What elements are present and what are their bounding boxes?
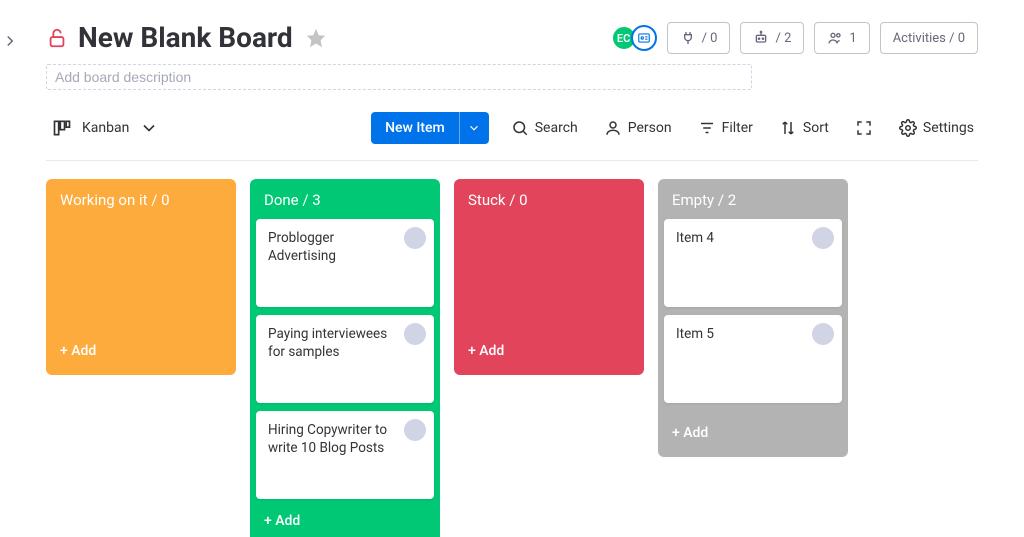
card-title: Paying interviewees for samples — [268, 325, 398, 361]
automations-count: / 2 — [775, 31, 791, 46]
card[interactable]: Item 4 — [664, 219, 842, 307]
card-title: Hiring Copywriter to write 10 Blog Posts — [268, 421, 398, 457]
gear-icon — [899, 119, 917, 137]
card[interactable]: Paying interviewees for samples — [256, 315, 434, 403]
card[interactable]: Item 5 — [664, 315, 842, 403]
settings-tool[interactable]: Settings — [895, 115, 978, 141]
kanban-board: Working on it / 0+ AddDone / 3Problogger… — [0, 161, 1024, 537]
chevron-down-icon — [139, 118, 159, 138]
person-label: Person — [628, 120, 672, 136]
expand-icon — [855, 119, 873, 137]
member-avatar-add — [631, 25, 657, 51]
new-item-dropdown[interactable] — [459, 112, 489, 144]
id-icon — [637, 31, 651, 45]
person-tool[interactable]: Person — [600, 115, 676, 141]
view-picker[interactable]: Kanban — [46, 114, 165, 142]
kanban-icon — [52, 118, 72, 138]
lane-header[interactable]: Done / 3 — [250, 179, 440, 219]
assignee-avatar[interactable] — [812, 323, 834, 345]
assignee-avatar[interactable] — [404, 419, 426, 441]
activities-pill[interactable]: Activities / 0 — [880, 22, 978, 54]
lane-header[interactable]: Working on it / 0 — [46, 179, 236, 219]
filter-tool[interactable]: Filter — [694, 115, 757, 141]
search-icon — [511, 119, 529, 137]
person-icon — [604, 119, 622, 137]
card[interactable]: Hiring Copywriter to write 10 Blog Posts — [256, 411, 434, 499]
card-title: Item 5 — [676, 325, 806, 343]
filter-icon — [698, 119, 716, 137]
board-description-input[interactable] — [46, 64, 752, 90]
board-title[interactable]: New Blank Board — [78, 24, 293, 52]
sort-tool[interactable]: Sort — [775, 115, 833, 141]
lane: Stuck / 0 + Add — [454, 179, 644, 375]
settings-label: Settings — [923, 120, 974, 136]
sort-label: Sort — [803, 120, 829, 136]
search-label: Search — [535, 120, 578, 136]
lane: Working on it / 0 + Add — [46, 179, 236, 375]
activities-label: Activities / 0 — [893, 31, 965, 46]
board-header: New Blank Board EC / 0 / 2 — [0, 0, 1024, 161]
new-item-button[interactable]: New Item — [371, 112, 489, 144]
add-card-button[interactable]: + Add — [454, 329, 644, 375]
lane: Empty / 2 Item 4 Item 5 + Add — [658, 179, 848, 457]
lane-cards: Problogger Advertising Paying interviewee… — [250, 219, 440, 499]
card-title: Problogger Advertising — [268, 229, 398, 265]
search-tool[interactable]: Search — [507, 115, 582, 141]
members-count: 1 — [849, 31, 856, 46]
page: New Blank Board EC / 0 / 2 — [0, 0, 1024, 537]
add-card-button[interactable]: + Add — [658, 411, 848, 457]
add-card-button[interactable]: + Add — [250, 499, 440, 537]
members-pill[interactable]: 1 — [814, 22, 869, 54]
lane-header[interactable]: Stuck / 0 — [454, 179, 644, 219]
add-card-button[interactable]: + Add — [46, 329, 236, 375]
card[interactable]: Problogger Advertising — [256, 219, 434, 307]
lane-header[interactable]: Empty / 2 — [658, 179, 848, 219]
star-icon[interactable] — [305, 27, 327, 49]
sidebar-expand-button[interactable] — [1, 32, 19, 50]
integrations-pill[interactable]: / 0 — [667, 22, 731, 54]
integrations-count: / 0 — [702, 31, 718, 46]
assignee-avatar[interactable] — [404, 227, 426, 249]
automations-pill[interactable]: / 2 — [740, 22, 804, 54]
card-title: Item 4 — [676, 229, 806, 247]
people-icon — [827, 30, 843, 46]
title-row: New Blank Board EC / 0 / 2 — [46, 22, 978, 54]
lock-open-icon — [46, 27, 68, 49]
lane-cards: Item 4 Item 5 — [658, 219, 848, 403]
plug-icon — [680, 30, 696, 46]
avatar-stack[interactable]: EC — [617, 25, 657, 51]
assignee-avatar[interactable] — [812, 227, 834, 249]
robot-icon — [753, 30, 769, 46]
view-label: Kanban — [82, 120, 129, 136]
fullscreen-tool[interactable] — [851, 115, 877, 141]
sort-icon — [779, 119, 797, 137]
new-item-label: New Item — [371, 112, 459, 144]
members-strip: EC / 0 / 2 1 Activit — [617, 22, 978, 54]
lane: Done / 3 Problogger Advertising Paying int… — [250, 179, 440, 537]
toolbar: Kanban New Item Search Person Filter — [46, 112, 978, 161]
filter-label: Filter — [722, 120, 753, 136]
chevron-right-icon — [1, 32, 19, 50]
chevron-down-icon — [467, 121, 481, 135]
assignee-avatar[interactable] — [404, 323, 426, 345]
